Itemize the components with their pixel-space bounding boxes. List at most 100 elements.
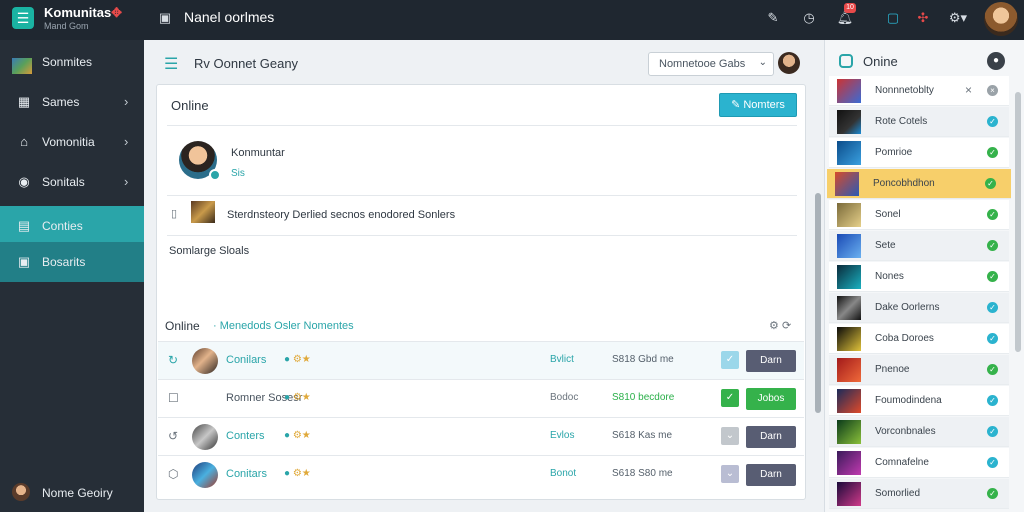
gauge-icon: ◉ — [18, 174, 30, 189]
item-label: Pomrioe — [875, 147, 913, 158]
page-title: Nanel oorlmes — [184, 9, 275, 25]
list-item[interactable]: Sete ✓ — [829, 231, 1009, 261]
item-label: Nonnnetoblty — [875, 85, 934, 96]
status-check-icon: ✓ — [987, 209, 998, 220]
list-item[interactable]: Coba Doroes ✓ — [829, 324, 1009, 354]
bookmark-icon[interactable]: ▯ — [171, 207, 177, 220]
table-row[interactable]: ↺ Conters ● ⚙★ Evlos S618 Kas me ⌄ Darn — [158, 417, 804, 455]
list-item[interactable]: Nonnnetoblty × × — [829, 76, 1009, 106]
list-item[interactable]: Comnafelne ✓ — [829, 448, 1009, 478]
row-action-button[interactable]: Darn — [746, 350, 796, 372]
settings-icon[interactable]: ⚙ — [769, 320, 779, 332]
sidebar-item-label: Sonitals — [42, 175, 85, 189]
chat-icon[interactable]: ▢ — [884, 9, 902, 27]
row-role: Bodoc — [550, 392, 579, 403]
row-avatar — [192, 348, 218, 374]
item-label: Nones — [875, 271, 904, 282]
sidebar-item-bosarits[interactable]: ▣ Bosarits — [0, 242, 144, 282]
pin-icon[interactable]: ✎ — [764, 9, 782, 27]
row-check-icon[interactable]: ⌄ — [721, 465, 739, 483]
status-check-icon: ✓ — [987, 302, 998, 313]
sub-label: Somlarge Sloals — [169, 245, 250, 257]
chevron-right-icon: › — [124, 94, 129, 109]
row-check-icon[interactable]: ✓ — [721, 389, 739, 407]
divider — [167, 195, 797, 196]
item-thumbnail — [837, 110, 861, 134]
row-name[interactable]: Conitars — [226, 468, 267, 480]
settings-dropdown-icon[interactable]: ⚙▾ — [944, 9, 972, 27]
status-check-icon: ✓ — [987, 488, 998, 499]
row-role: Bvlict — [550, 354, 574, 365]
refresh-icon[interactable]: ⟳ — [782, 320, 791, 332]
close-icon[interactable]: × — [965, 83, 972, 97]
sidebar-item-sonmites[interactable]: Sonmites — [0, 42, 144, 82]
status-check-icon: ✓ — [987, 364, 998, 375]
primary-button[interactable]: ✎ Nomters — [719, 93, 797, 117]
puzzle-icon[interactable]: ✣ — [914, 9, 932, 27]
more-options-icon[interactable]: ● — [987, 52, 1005, 70]
section-link[interactable]: · Menedods Osler Nomentes — [213, 320, 354, 332]
list-item[interactable]: Sonel ✓ — [829, 200, 1009, 230]
table-row[interactable]: ⬡ Conitars ● ⚙★ Bonot S618 S80 me ⌄ Darn — [158, 455, 804, 493]
row-action-button[interactable]: Jobos — [746, 388, 796, 410]
status-check-icon: ✓ — [987, 116, 998, 127]
item-label: Sonel — [875, 209, 901, 220]
verified-icon: ● — [284, 392, 291, 403]
row-name[interactable]: Conilars — [226, 354, 266, 366]
row-state-icon[interactable]: ⬡ — [168, 467, 178, 481]
list-item[interactable]: Poncobhdhon ✓ — [827, 169, 1011, 199]
item-thumbnail — [837, 420, 861, 444]
row-action-button[interactable]: Darn — [746, 426, 796, 448]
list-item[interactable]: Somorlied ✓ — [829, 479, 1009, 509]
status-check-icon: ✓ — [987, 395, 998, 406]
item-thumbnail — [837, 296, 861, 320]
avatar[interactable] — [778, 52, 800, 74]
table-row[interactable]: ☐ Romner Sosesr ● ⚙★ Bodoc S810 becdore … — [158, 379, 804, 417]
row-name[interactable]: Conters — [226, 430, 265, 442]
list-item[interactable]: Dake Oorlerns ✓ — [829, 293, 1009, 323]
content-card: Online ✎ Nomters Konmuntar Sis ▯ Sterdns… — [156, 84, 821, 500]
sidebar-item-vomonitia[interactable]: ⌂ Vomonitia › — [0, 122, 144, 162]
verified-icon: ● — [284, 354, 291, 365]
list-item[interactable]: Nones ✓ — [829, 262, 1009, 292]
sidebar-item-sames[interactable]: ▦ Sames › — [0, 82, 144, 122]
badge-icons: ● ⚙★ — [284, 468, 311, 479]
clock-icon[interactable]: ◷ — [800, 9, 818, 27]
table-row[interactable]: ↻ Conilars ● ⚙★ Bvlict S818 Gbd me ✓ Dar… — [158, 341, 804, 379]
list-item[interactable]: Rote Cotels ✓ — [829, 107, 1009, 137]
list-item[interactable]: Pomrioe ✓ — [829, 138, 1009, 168]
main-content: ☰ Rv Oonnet Geany Nomnetooe Gabs ⌄ Onlin… — [144, 40, 824, 512]
sidebar-item-sonitals[interactable]: ◉ Sonitals › — [0, 162, 144, 202]
status-check-icon: ✓ — [987, 240, 998, 251]
status-check-icon: ✓ — [987, 426, 998, 437]
row-avatar — [192, 462, 218, 488]
window-icon[interactable]: ▣ — [156, 9, 174, 27]
avatar — [12, 483, 30, 501]
list-item[interactable]: Pnenoe ✓ — [829, 355, 1009, 385]
list-item[interactable]: Foumodindena ✓ — [829, 386, 1009, 416]
chevron-down-icon: ⌄ — [758, 57, 767, 68]
status-check-icon: × — [987, 85, 998, 96]
row-state-icon[interactable]: ↻ — [168, 353, 178, 367]
scrollbar[interactable] — [1015, 92, 1021, 352]
menu-icon[interactable]: ☰ — [164, 54, 178, 74]
user-avatar[interactable] — [984, 2, 1018, 36]
row-state-icon[interactable]: ☐ — [168, 391, 179, 405]
badge-icons: ● ⚙★ — [284, 392, 311, 403]
status-check-icon: ✓ — [987, 333, 998, 344]
app-subtitle: Mand Gom — [44, 21, 89, 31]
row-state-icon[interactable]: ↺ — [168, 429, 178, 443]
filter-select[interactable]: Nomnetooe Gabs ⌄ — [648, 52, 774, 76]
row-action-button[interactable]: Darn — [746, 464, 796, 486]
sidebar-footer[interactable]: Nome Geoiry — [0, 472, 144, 512]
list-item[interactable]: Vorconbnales ✓ — [829, 417, 1009, 447]
sidebar-item-conties[interactable]: ▤ Conties — [0, 206, 144, 246]
row-check-icon[interactable]: ⌄ — [721, 427, 739, 445]
scrollbar[interactable] — [815, 193, 821, 413]
online-status-icon — [209, 169, 221, 181]
row-check-icon[interactable]: ✓ — [721, 351, 739, 369]
item-label: Coba Doroes — [875, 333, 934, 344]
logo-icon[interactable]: ☰ — [12, 7, 34, 29]
section-link-label: Menedods Osler Nomentes — [219, 320, 354, 332]
item-label: Poncobhdhon — [873, 178, 935, 189]
